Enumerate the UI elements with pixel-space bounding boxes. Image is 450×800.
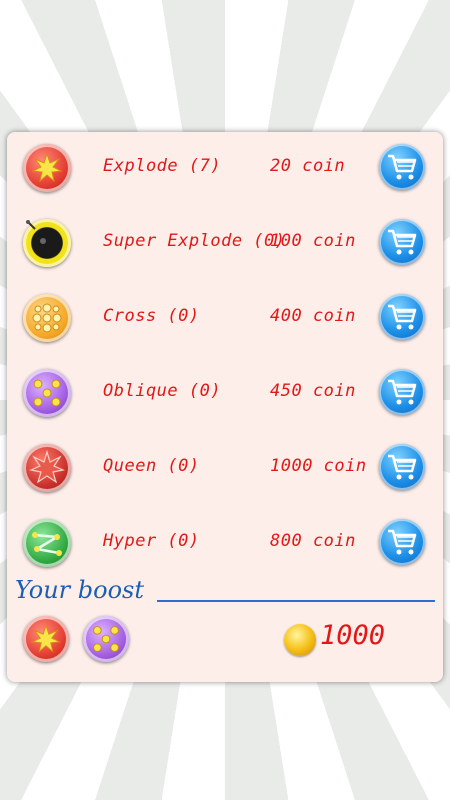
shopping-cart-icon: [388, 304, 417, 330]
shop-item-explode: Explode (7) 20 coin: [7, 140, 443, 200]
shop-item-cross: Cross (0) 400 coin: [7, 290, 443, 350]
item-name: Queen (0): [103, 456, 200, 476]
item-name: Explode (7): [103, 156, 222, 176]
item-price: 1000 coin: [270, 456, 367, 476]
shop-item-queen: Queen (0) 1000 coin: [7, 440, 443, 500]
item-price: 20 coin: [270, 156, 346, 176]
hyper-icon[interactable]: [23, 519, 71, 567]
queen-icon[interactable]: [23, 444, 71, 492]
owned-oblique-icon[interactable]: [83, 616, 129, 662]
boost-section-title: Your boost: [15, 576, 144, 604]
oblique-icon[interactable]: [23, 369, 71, 417]
divider: [157, 600, 435, 602]
gold-coin-icon: [284, 624, 316, 656]
cross-icon[interactable]: [23, 294, 71, 342]
shop-item-oblique: Oblique (0) 450 coin: [7, 365, 443, 425]
coin-balance: 1000: [320, 620, 386, 651]
item-price: 400 coin: [270, 306, 356, 326]
shopping-cart-icon: [388, 454, 417, 480]
owned-explode-icon[interactable]: [23, 616, 69, 662]
bomb-icon[interactable]: [23, 219, 71, 267]
item-name: Super Explode (0): [103, 231, 286, 251]
buy-hyper-button[interactable]: [379, 519, 425, 565]
explode-icon[interactable]: [23, 144, 71, 192]
shopping-cart-icon: [388, 154, 417, 180]
item-price: 100 coin: [270, 231, 356, 251]
buy-explode-button[interactable]: [379, 144, 425, 190]
shopping-cart-icon: [388, 529, 417, 555]
shop-panel: Explode (7) 20 coin Super Explode (0) 10…: [7, 132, 443, 682]
item-name: Cross (0): [103, 306, 200, 326]
shopping-cart-icon: [388, 229, 417, 255]
item-name: Oblique (0): [103, 381, 222, 401]
shop-item-hyper: Hyper (0) 800 coin: [7, 515, 443, 575]
item-price: 450 coin: [270, 381, 356, 401]
shop-item-super-explode: Super Explode (0) 100 coin: [7, 215, 443, 275]
buy-cross-button[interactable]: [379, 294, 425, 340]
buy-oblique-button[interactable]: [379, 369, 425, 415]
buy-super-explode-button[interactable]: [379, 219, 425, 265]
item-price: 800 coin: [270, 531, 356, 551]
buy-queen-button[interactable]: [379, 444, 425, 490]
shopping-cart-icon: [388, 379, 417, 405]
item-name: Hyper (0): [103, 531, 200, 551]
